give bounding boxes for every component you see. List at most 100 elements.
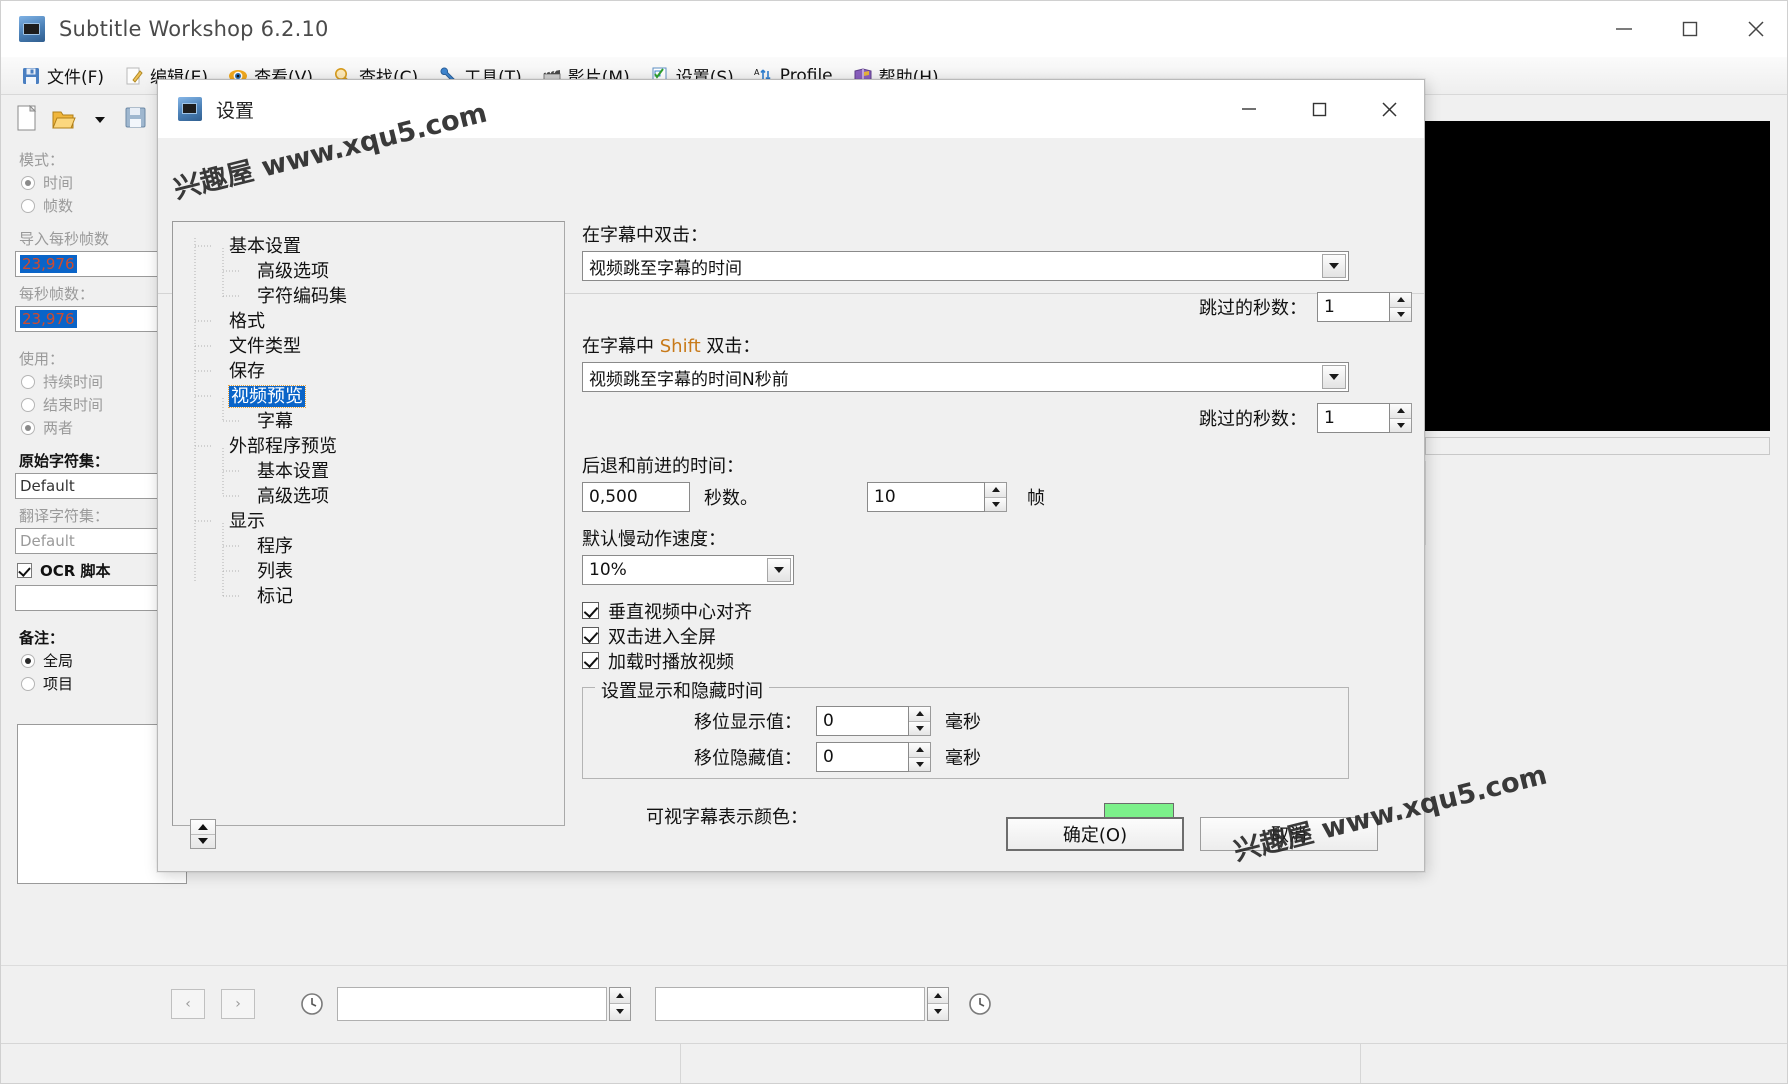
checkbox-center-video-vertically[interactable]: 垂直视频中心对齐: [582, 598, 1412, 623]
radio-mark: [21, 676, 35, 691]
dialog-resize-stepper[interactable]: [190, 819, 216, 849]
end-time-field[interactable]: [655, 986, 925, 1021]
tree-item-formats[interactable]: 格式: [229, 309, 564, 334]
shift-show-spinner[interactable]: 0: [816, 706, 931, 736]
double-click-action-combo[interactable]: 视频跳至字幕的时间: [582, 251, 1349, 281]
shift-hide-value[interactable]: 0: [816, 742, 909, 772]
tree-item-label: 显示: [229, 511, 265, 532]
tree-item-charsets[interactable]: 字符编码集: [257, 284, 564, 309]
tree-item-label: 文件类型: [229, 336, 301, 357]
video-position-slider[interactable]: [1425, 437, 1770, 455]
app-icon: [19, 16, 45, 42]
spinner-down[interactable]: [610, 1004, 630, 1020]
dialog-maximize-icon[interactable]: [1284, 80, 1354, 138]
rewind-frames-field[interactable]: 10: [867, 482, 985, 512]
minimize-icon[interactable]: [1591, 1, 1657, 57]
slow-motion-value: 10%: [589, 560, 627, 580]
spinner-up[interactable]: [909, 707, 930, 722]
spinner-up[interactable]: [928, 987, 948, 1004]
checkbox-label: 双击进入全屏: [608, 626, 716, 648]
tree-item-look[interactable]: 显示: [229, 509, 564, 534]
chevron-down-icon[interactable]: [1322, 365, 1346, 389]
tree-item-list[interactable]: 列表: [257, 559, 564, 584]
open-file-icon[interactable]: [51, 105, 77, 133]
checkbox-double-click-fullscreen[interactable]: 双击进入全屏: [582, 623, 1412, 648]
ocr-script-label: OCR 脚本: [40, 562, 111, 580]
next-subtitle-button[interactable]: ›: [221, 988, 255, 1019]
stepper-up[interactable]: [191, 820, 215, 835]
shift-hide-spinner[interactable]: 0: [816, 742, 931, 772]
tree-item-filetypes[interactable]: 文件类型: [229, 334, 564, 359]
tree-item-subtitles[interactable]: 字幕: [257, 409, 564, 434]
show-hide-group-title: 设置显示和隐藏时间: [595, 677, 769, 703]
prev-subtitle-button[interactable]: ‹: [171, 988, 205, 1019]
ok-button[interactable]: 确定(O): [1006, 817, 1184, 851]
tree-item-advanced-options[interactable]: 高级选项: [257, 259, 564, 284]
rewind-seconds-field[interactable]: 0,500: [582, 482, 690, 512]
tree-item-label: 格式: [229, 311, 265, 332]
end-time-spinner[interactable]: [927, 986, 949, 1021]
chevron-down-icon[interactable]: [767, 558, 791, 582]
chevron-down-icon[interactable]: [1322, 254, 1346, 278]
spinner-down[interactable]: [985, 497, 1006, 511]
spinner-up[interactable]: [909, 743, 930, 758]
tree-item-external-basic[interactable]: 基本设置: [257, 459, 564, 484]
shift-skip-label: 跳过的秒数：: [1199, 409, 1307, 430]
save-disk-icon: [23, 67, 39, 84]
dialog-close-icon[interactable]: [1354, 80, 1424, 138]
edit-pencil-icon: [126, 67, 143, 84]
tree-item-program[interactable]: 程序: [257, 534, 564, 559]
rewind-frames-spinner[interactable]: 10: [867, 482, 1007, 512]
tree-item-label: 标记: [257, 586, 293, 607]
spinner-up[interactable]: [985, 483, 1006, 498]
double-click-skip-spinner[interactable]: 1: [1317, 292, 1412, 322]
new-file-icon[interactable]: [15, 105, 41, 133]
dialog-icon: [178, 97, 202, 121]
shift-double-click-label: 在字幕中 Shift 双击：: [582, 332, 1412, 358]
tree-item-label: 基本设置: [257, 461, 329, 482]
spinner-up[interactable]: [610, 987, 630, 1004]
tree-item-label: 视频预览: [228, 385, 306, 408]
tree-item-external-preview[interactable]: 外部程序预览: [229, 434, 564, 459]
slow-motion-combo[interactable]: 10%: [582, 555, 794, 585]
spinner-down[interactable]: [909, 757, 930, 771]
stepper-down[interactable]: [191, 835, 215, 849]
maximize-icon[interactable]: [1657, 1, 1723, 57]
spinner-down[interactable]: [909, 721, 930, 735]
tree-item-label: 保存: [229, 361, 265, 382]
spinner-up[interactable]: [1390, 404, 1411, 419]
fps-value: 23,976: [20, 310, 77, 328]
app-title: Subtitle Workshop 6.2.10: [59, 17, 329, 41]
chevron-down-icon[interactable]: [87, 105, 113, 133]
spinner-down[interactable]: [928, 1004, 948, 1020]
tree-item-basic-settings[interactable]: 基本设置: [229, 234, 564, 259]
checkbox-mark: [582, 627, 599, 644]
spinner-up[interactable]: [1390, 293, 1411, 308]
double-click-skip-value[interactable]: 1: [1317, 292, 1390, 322]
spinner-down[interactable]: [1390, 418, 1411, 432]
shift-double-click-action-combo[interactable]: 视频跳至字幕的时间N秒前: [582, 362, 1349, 392]
shift-skip-value[interactable]: 1: [1317, 403, 1390, 433]
tree-item-video-preview[interactable]: 视频预览: [228, 384, 564, 409]
tree-item-marks[interactable]: 标记: [257, 584, 564, 609]
dialog-minimize-icon[interactable]: [1214, 80, 1284, 138]
video-preview-area: [1425, 121, 1770, 431]
tree-item-save[interactable]: 保存: [229, 359, 564, 384]
spinner-down[interactable]: [1390, 307, 1411, 321]
save-file-icon[interactable]: [123, 105, 149, 133]
video-side-panel: [1425, 461, 1770, 545]
start-time-field[interactable]: [337, 986, 607, 1021]
close-icon[interactable]: [1723, 1, 1787, 57]
double-click-action-value: 视频跳至字幕的时间: [589, 258, 742, 279]
slow-motion-label: 默认慢动作速度：: [582, 529, 726, 550]
start-time-spinner[interactable]: [609, 986, 631, 1021]
tree-item-external-advanced[interactable]: 高级选项: [257, 484, 564, 509]
rewind-frames-suffix: 帧: [1027, 488, 1045, 509]
menu-file[interactable]: 文件(F): [11, 60, 114, 91]
cancel-button[interactable]: 取消: [1200, 817, 1378, 851]
radio-mark: [21, 653, 35, 668]
shift-show-label: 移位显示值：: [694, 712, 802, 733]
checkbox-play-on-load[interactable]: 加载时播放视频: [582, 648, 1412, 673]
shift-show-value[interactable]: 0: [816, 706, 909, 736]
shift-skip-spinner[interactable]: 1: [1317, 403, 1412, 433]
